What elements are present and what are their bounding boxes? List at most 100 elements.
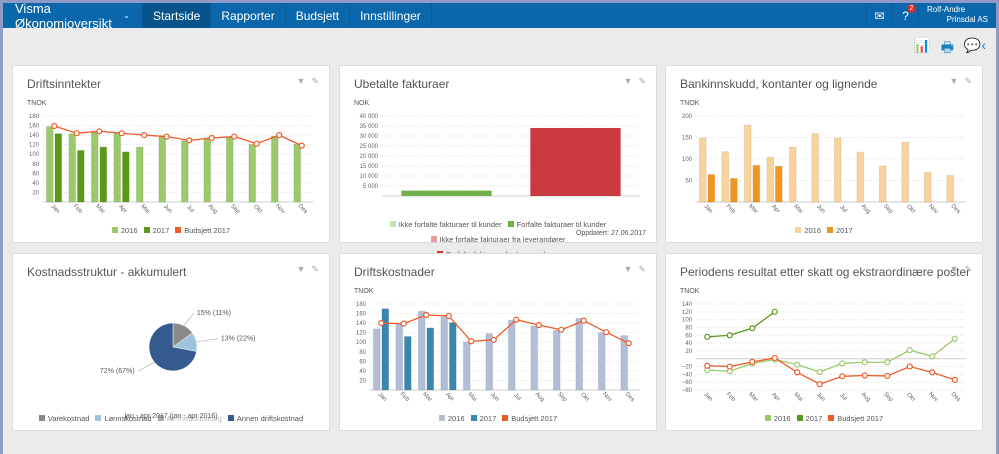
nav-innstillinger[interactable]: Innstillinger [350, 3, 432, 28]
line-point[interactable] [96, 128, 103, 135]
bar[interactable] [743, 124, 752, 203]
bar[interactable] [707, 173, 716, 203]
bar[interactable] [462, 341, 471, 391]
bar[interactable] [530, 128, 621, 196]
bar[interactable] [530, 325, 539, 391]
bar[interactable] [158, 136, 167, 203]
bar[interactable] [766, 156, 775, 203]
app-menu[interactable]: Visma Økonomioversikt ⌄ [3, 1, 143, 31]
line-point[interactable] [118, 130, 125, 137]
line-point[interactable] [749, 325, 756, 332]
line-point[interactable] [535, 321, 542, 329]
bar[interactable] [401, 190, 492, 196]
bar[interactable] [121, 151, 130, 203]
line-point[interactable] [704, 333, 711, 340]
legend-item[interactable]: Ikke forfalte fakturaer til kunder [389, 220, 502, 229]
legend-item[interactable]: 2017 [827, 226, 853, 235]
line-point[interactable] [951, 376, 958, 383]
line-point[interactable] [884, 359, 891, 366]
bar[interactable] [440, 316, 449, 391]
edit-icon[interactable]: ✎ [964, 264, 972, 275]
line-point[interactable] [73, 130, 80, 137]
bar[interactable] [203, 138, 212, 203]
bar[interactable] [417, 310, 426, 391]
line-point[interactable] [951, 335, 958, 342]
bar[interactable] [293, 143, 302, 203]
line-point[interactable] [749, 358, 756, 365]
legend-item[interactable]: Budsjett 2017 [502, 414, 557, 423]
line-point[interactable] [558, 326, 565, 333]
help-icon[interactable]: ? 2 [892, 3, 918, 28]
bar[interactable] [68, 133, 77, 203]
line-point[interactable] [51, 122, 58, 130]
legend-item[interactable]: Forfalte fakturaer til kunder [507, 220, 606, 229]
bar[interactable] [248, 143, 257, 203]
line-point[interactable] [884, 372, 891, 380]
bar[interactable] [729, 177, 738, 203]
bar[interactable] [90, 130, 99, 203]
line-point[interactable] [468, 338, 475, 345]
line-point[interactable] [861, 372, 868, 379]
line-point[interactable] [423, 311, 430, 319]
bar[interactable] [507, 319, 516, 391]
nav-rapporter[interactable]: Rapporter [211, 3, 286, 28]
bar[interactable] [721, 151, 730, 203]
legend-item[interactable]: 2017 [470, 414, 496, 423]
line-point[interactable] [839, 360, 846, 367]
line-point[interactable] [861, 359, 868, 366]
edit-icon[interactable]: ✎ [311, 76, 319, 87]
bar[interactable] [552, 329, 561, 391]
line-point[interactable] [816, 381, 823, 388]
line-point[interactable] [625, 340, 632, 347]
dropdown-icon[interactable]: ▼ [297, 76, 306, 87]
line-point[interactable] [186, 137, 193, 144]
dropdown-icon[interactable]: ▼ [624, 76, 633, 87]
line-point[interactable] [906, 347, 913, 354]
bar[interactable] [76, 149, 85, 203]
bar[interactable] [426, 327, 435, 391]
edit-icon[interactable]: ✎ [964, 76, 972, 87]
line-point[interactable] [603, 329, 610, 336]
bar[interactable] [752, 164, 761, 203]
line-point[interactable] [141, 132, 148, 139]
bar[interactable] [180, 140, 189, 203]
line-point[interactable] [378, 320, 385, 327]
bar[interactable] [698, 137, 707, 203]
line-point[interactable] [253, 140, 260, 147]
line-point[interactable] [276, 132, 283, 139]
line-point[interactable] [794, 361, 801, 368]
legend-item[interactable]: 2016 [795, 226, 821, 235]
line-point[interactable] [208, 134, 215, 142]
bar[interactable] [575, 317, 584, 391]
line-point[interactable] [490, 336, 497, 343]
bar[interactable] [811, 133, 820, 203]
edit-icon[interactable]: ✎ [638, 264, 646, 275]
line-point[interactable] [231, 133, 238, 140]
comment-icon[interactable]: 💬‹ [964, 37, 986, 61]
line-point[interactable] [816, 368, 823, 376]
bar[interactable] [113, 132, 122, 203]
legend-item[interactable]: Budsjett 2017 [828, 414, 883, 423]
edit-icon[interactable]: ✎ [311, 264, 319, 275]
edit-icon[interactable]: ✎ [638, 76, 646, 87]
line-point[interactable] [580, 317, 587, 324]
bar[interactable] [45, 126, 54, 203]
legend-item[interactable]: Ikke forfalte fakturaer fra leverandører [430, 235, 565, 244]
bar[interactable] [372, 328, 381, 391]
bar[interactable] [833, 137, 842, 203]
line-point[interactable] [839, 373, 846, 380]
line-point[interactable] [771, 354, 778, 362]
dropdown-icon[interactable]: ▼ [624, 264, 633, 275]
legend-item[interactable]: 2016 [764, 414, 791, 423]
bar[interactable] [448, 322, 457, 391]
dropdown-icon[interactable]: ▼ [950, 76, 959, 87]
legend-item[interactable]: 2016 [111, 226, 138, 235]
line-point[interactable] [929, 353, 936, 360]
line-point[interactable] [726, 363, 733, 370]
bar-chart-icon[interactable]: 📊 [913, 37, 930, 61]
bar[interactable] [878, 165, 887, 203]
bar[interactable] [788, 146, 797, 203]
bar[interactable] [395, 322, 404, 391]
user-menu[interactable]: Rolf-Andre Prinsdal AS [918, 3, 996, 28]
bar[interactable] [135, 146, 144, 203]
